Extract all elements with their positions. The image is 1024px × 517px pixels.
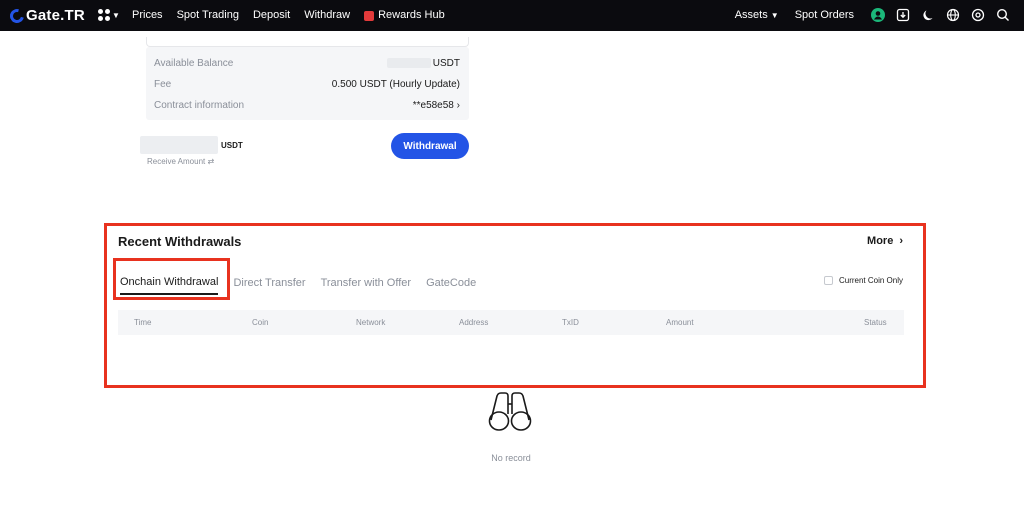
column-address: Address xyxy=(459,318,489,327)
assets-label: Assets xyxy=(734,9,768,21)
withdraw-info-panel: Available Balance USDT Fee 0.500 USDT (H… xyxy=(146,37,469,120)
no-record-text: No record xyxy=(491,453,531,463)
checkbox[interactable] xyxy=(823,276,833,285)
column-time: Time xyxy=(134,318,152,327)
user-avatar-icon[interactable] xyxy=(871,8,885,22)
moon-icon[interactable] xyxy=(921,8,935,22)
contract-label: Contract information xyxy=(154,99,245,111)
gate-logo-icon xyxy=(7,5,27,26)
available-balance-value: USDT xyxy=(386,57,460,69)
tab-direct-transfer[interactable]: Direct Transfer xyxy=(233,277,305,289)
tab-gatecode[interactable]: GateCode xyxy=(426,277,476,289)
logo-text: Gate.TR xyxy=(26,7,85,24)
column-amount: Amount xyxy=(666,318,694,327)
column-status: Status xyxy=(864,318,887,327)
fee-label: Fee xyxy=(154,78,172,90)
right-nav: Assets ▼ Spot Orders xyxy=(735,8,1010,22)
nav-spot-trading[interactable]: Spot Trading xyxy=(177,9,239,21)
main-nav: Prices Spot Trading Deposit Withdraw Rew… xyxy=(132,9,459,21)
chevron-right-icon: › xyxy=(456,99,460,111)
globe-icon[interactable] xyxy=(946,8,960,22)
column-coin: Coin xyxy=(252,318,269,327)
active-tab-highlight xyxy=(113,258,230,300)
withdraw-amount-field[interactable]: USDT xyxy=(140,136,243,154)
table-header: Time Coin Network Address TxID Amount St… xyxy=(118,310,904,335)
more-link[interactable]: More › xyxy=(867,235,903,247)
search-icon[interactable] xyxy=(996,8,1010,22)
nav-assets[interactable]: Assets ▼ xyxy=(735,9,779,21)
recent-withdrawals-title: Recent Withdrawals xyxy=(118,234,242,249)
amount-unit: USDT xyxy=(221,140,243,150)
contract-address: **e58e58 xyxy=(412,99,454,111)
available-balance-row: Available Balance USDT xyxy=(154,56,460,70)
nav-prices[interactable]: Prices xyxy=(132,9,163,21)
receive-amount-label[interactable]: Receive Amount ⇄ xyxy=(147,157,214,166)
apps-grid-icon xyxy=(98,9,110,21)
current-coin-only-label: Current Coin Only xyxy=(838,276,903,285)
settings-icon[interactable] xyxy=(971,8,985,22)
caret-down-icon: ▼ xyxy=(112,10,120,20)
contract-value[interactable]: **e58e58 › xyxy=(413,100,460,111)
fee-value: 0.500 USDT (Hourly Update) xyxy=(331,78,460,90)
nav-rewards-hub[interactable]: Rewards Hub xyxy=(364,9,445,21)
contract-row[interactable]: Contract information **e58e58 › xyxy=(154,98,460,112)
available-balance-label: Available Balance xyxy=(154,57,234,69)
gate-logo[interactable]: Gate.TR xyxy=(7,5,85,26)
gift-icon xyxy=(364,11,375,21)
download-icon[interactable] xyxy=(896,8,910,22)
current-coin-only-toggle[interactable]: Current Coin Only xyxy=(823,276,903,285)
nav-spot-orders[interactable]: Spot Orders xyxy=(795,9,854,21)
fee-row: Fee 0.500 USDT (Hourly Update) xyxy=(154,77,460,91)
top-navbar: Gate.TR ▼ Prices Spot Trading Deposit Wi… xyxy=(0,0,1024,31)
amount-value-masked xyxy=(140,136,218,154)
withdrawal-button[interactable]: Withdrawal xyxy=(391,133,469,159)
column-txid: TxID xyxy=(562,318,579,327)
nav-withdraw[interactable]: Withdraw xyxy=(304,9,350,21)
binoculars-icon xyxy=(487,390,533,432)
apps-menu-button[interactable]: ▼ xyxy=(98,9,120,21)
chevron-right-icon: › xyxy=(899,235,903,247)
caret-down-icon: ▼ xyxy=(770,11,779,20)
tab-transfer-with-offer[interactable]: Transfer with Offer xyxy=(321,277,411,289)
column-network: Network xyxy=(356,318,386,327)
balance-unit: USDT xyxy=(432,57,460,69)
address-field-bottom[interactable] xyxy=(146,37,469,47)
recent-withdrawals-section: Recent Withdrawals More › Onchain Withdr… xyxy=(104,223,926,388)
more-label: More xyxy=(867,235,894,247)
rewards-label: Rewards Hub xyxy=(378,9,445,21)
nav-deposit[interactable]: Deposit xyxy=(253,9,290,21)
